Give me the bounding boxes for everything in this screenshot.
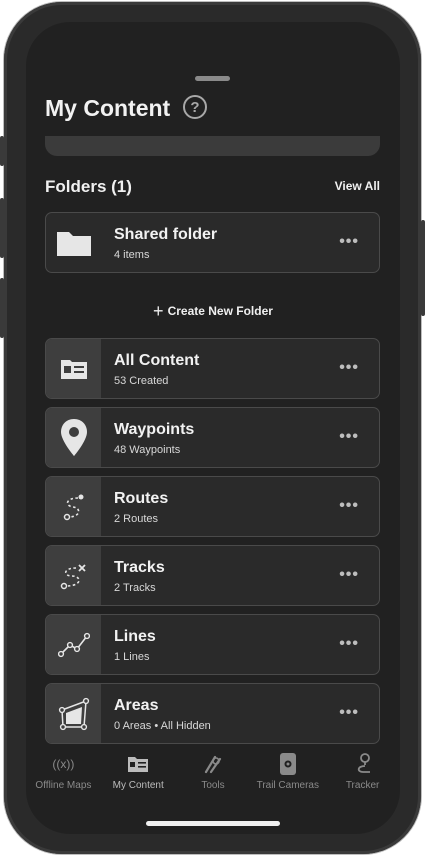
phone-volume-down (0, 278, 4, 338)
area-icon (58, 697, 89, 730)
sheet-grabber[interactable] (195, 76, 230, 81)
category-count: 1 Lines (114, 651, 150, 663)
page-title: My Content (45, 95, 171, 121)
screen: My Content ? Folders (1) View All Shared… (26, 22, 400, 834)
category-thumb (46, 546, 101, 605)
phone-power-button (421, 220, 425, 316)
create-new-folder-label: Create New Folder (167, 304, 273, 318)
phone-volume-up (0, 198, 4, 258)
tab-my-content[interactable]: My Content (101, 750, 176, 800)
category-count: 2 Tracks (114, 582, 156, 594)
folders-section-title: Folders (1) (45, 177, 132, 196)
category-card-waypoints[interactable]: Waypoints 48 Waypoints ••• (45, 407, 380, 468)
folder-card-shared[interactable]: Shared folder 4 items ••• (45, 212, 380, 273)
line-icon (57, 632, 90, 657)
tab-label: Tools (201, 780, 225, 791)
plus-icon: + (153, 301, 164, 321)
category-thumb (46, 408, 101, 467)
track-icon (60, 563, 86, 589)
category-card-areas[interactable]: Areas 0 Areas • All Hidden ••• (45, 683, 380, 744)
category-thumb (46, 684, 101, 743)
category-count: 48 Waypoints (114, 444, 181, 456)
category-name: Lines (114, 628, 156, 645)
tab-tools[interactable]: Tools (176, 750, 251, 800)
category-name: Routes (114, 490, 169, 507)
category-card-all-content[interactable]: All Content 53 Created ••• (45, 338, 380, 399)
category-card-routes[interactable]: Routes 2 Routes ••• (45, 476, 380, 537)
route-icon (63, 494, 83, 520)
folder-thumb (46, 213, 101, 272)
tab-trail-cameras[interactable]: Trail Cameras (250, 750, 325, 800)
more-options-icon[interactable]: ••• (339, 359, 359, 377)
home-indicator[interactable] (146, 821, 280, 826)
folder-name: Shared folder (114, 226, 218, 243)
tracker-icon (357, 753, 370, 773)
category-count: 2 Routes (114, 513, 159, 525)
help-icon[interactable]: ? (183, 95, 207, 119)
tab-label: My Content (112, 780, 164, 791)
category-thumb (46, 615, 101, 674)
search-bar[interactable] (45, 136, 380, 156)
content-card-icon (60, 359, 87, 379)
waypoint-pin-icon (60, 418, 87, 456)
more-options-icon[interactable]: ••• (339, 428, 359, 446)
category-card-tracks[interactable]: Tracks 2 Tracks ••• (45, 545, 380, 606)
more-options-icon[interactable]: ••• (339, 635, 359, 653)
folder-icon (56, 231, 91, 256)
tab-label: Tracker (345, 780, 380, 791)
trail-camera-icon (279, 753, 296, 775)
more-options-icon[interactable]: ••• (339, 233, 359, 251)
category-thumb (46, 339, 101, 398)
more-options-icon[interactable]: ••• (339, 497, 359, 515)
more-options-icon[interactable]: ••• (339, 566, 359, 584)
more-options-icon[interactable]: ••• (339, 704, 359, 722)
tools-icon (204, 755, 222, 774)
phone-mute-switch (0, 136, 4, 166)
category-card-lines[interactable]: Lines 1 Lines ••• (45, 614, 380, 675)
my-content-icon (128, 757, 149, 772)
view-all-link[interactable]: View All (335, 179, 380, 193)
category-name: All Content (114, 352, 200, 369)
tab-label: Trail Cameras (256, 780, 319, 791)
category-name: Waypoints (114, 421, 195, 438)
tab-bar: ((x)) Offline Maps My Content Tools Trai… (26, 750, 400, 800)
category-name: Tracks (114, 559, 165, 576)
tab-offline-maps[interactable]: ((x)) Offline Maps (26, 750, 101, 800)
category-name: Areas (114, 697, 159, 714)
folder-count: 4 items (114, 249, 150, 261)
offline-maps-icon: ((x)) (52, 757, 75, 771)
tab-label: Offline Maps (35, 780, 92, 791)
tab-tracker[interactable]: Tracker (325, 750, 400, 800)
category-thumb (46, 477, 101, 536)
create-new-folder-button[interactable]: + Create New Folder (26, 301, 400, 322)
category-count: 53 Created (114, 375, 169, 387)
category-count: 0 Areas • All Hidden (114, 720, 211, 732)
